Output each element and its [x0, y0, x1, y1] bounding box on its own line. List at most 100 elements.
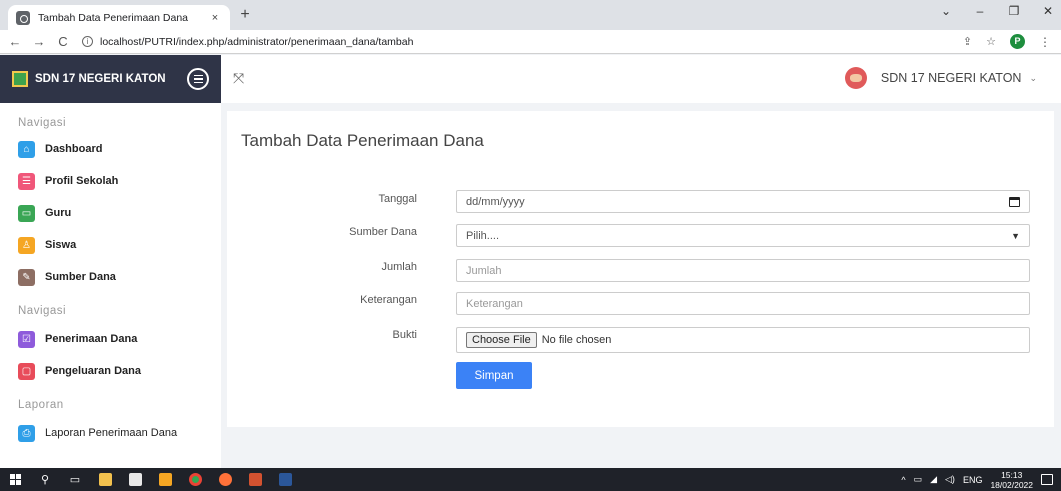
choose-file-button[interactable]: Choose File: [466, 332, 537, 348]
sidebar-item-label: Pengeluaran Dana: [45, 365, 141, 377]
taskbar-app-store[interactable]: [120, 468, 150, 491]
sidebar-item-sumber-dana[interactable]: ✎ Sumber Dana: [0, 261, 221, 293]
taskbar-app-powerpoint[interactable]: [240, 468, 270, 491]
sidebar-brand: SDN 17 NEGERI KATON: [0, 55, 221, 103]
maximize-icon[interactable]: ❐: [1007, 4, 1021, 18]
new-tab-icon[interactable]: +: [236, 6, 254, 24]
file-status: No file chosen: [541, 334, 612, 346]
browser-tab-bar: Tambah Data Penerimaan Dana × + ⌄ – ❐ ✕: [0, 0, 1061, 30]
taskbar-app-word[interactable]: [270, 468, 300, 491]
browser-menu-icon[interactable]: ⋮: [1039, 35, 1051, 49]
store-icon: [128, 473, 142, 486]
windows-logo-icon: [9, 474, 21, 485]
list-icon: ☰: [18, 172, 35, 190]
forward-icon[interactable]: →: [30, 34, 48, 49]
nav-section-header: Navigasi: [18, 305, 67, 317]
jumlah-input[interactable]: [466, 264, 1020, 277]
clock[interactable]: 15:13 18/02/2022: [990, 470, 1033, 490]
sidebar-item-label: Dashboard: [45, 143, 103, 155]
image-app-icon: [158, 473, 172, 486]
profile-avatar-icon[interactable]: P: [1010, 34, 1025, 49]
edit-icon: ✎: [18, 268, 35, 286]
nav-section-header: Navigasi: [18, 117, 67, 129]
user-icon: ♙: [18, 236, 35, 254]
school-logo-icon: [12, 71, 28, 87]
sumber-dana-select[interactable]: Pilih.... ▼: [456, 224, 1030, 247]
printer-icon: ⎙: [18, 424, 35, 442]
sidebar-item-label: Profil Sekolah: [45, 175, 119, 187]
sidebar-item-label: Siswa: [45, 239, 77, 251]
start-button[interactable]: [0, 468, 30, 491]
site-info-icon[interactable]: i: [82, 36, 93, 47]
tab-search-icon[interactable]: ⌄: [939, 4, 953, 18]
back-icon[interactable]: ←: [6, 34, 24, 49]
sidebar-item-laporan-penerimaan-dana[interactable]: ⎙ Laporan Penerimaan Dana: [0, 417, 221, 449]
share-icon[interactable]: ⇪: [963, 35, 972, 48]
taskbar-search[interactable]: ⚲: [30, 468, 60, 491]
fullscreen-icon[interactable]: ⤧: [233, 70, 244, 87]
tab-close-icon[interactable]: ×: [208, 12, 222, 24]
bukti-file-field[interactable]: Choose File No file chosen: [456, 327, 1030, 353]
tanggal-label: Tanggal: [378, 193, 417, 205]
clock-time: 15:13: [1001, 469, 1023, 480]
sidebar-item-dashboard[interactable]: ⌂ Dashboard: [0, 133, 221, 165]
address-bar[interactable]: i localhost/PUTRI/index.php/administrato…: [82, 33, 963, 51]
taskbar-app-chrome[interactable]: [180, 468, 210, 491]
browser-tab[interactable]: Tambah Data Penerimaan Dana ×: [8, 5, 230, 30]
sidebar-item-profil-sekolah[interactable]: ☰ Profil Sekolah: [0, 165, 221, 197]
clock-date: 18/02/2022: [990, 479, 1033, 490]
chevron-down-icon: ▼: [1011, 230, 1020, 241]
tanggal-field[interactable]: dd/mm/yyyy: [456, 190, 1030, 213]
task-view[interactable]: ▭: [60, 468, 90, 491]
firefox-icon: [218, 473, 232, 486]
chat-icon: ▢: [18, 362, 35, 380]
sidebar-item-pengeluaran-dana[interactable]: ▢ Pengeluaran Dana: [0, 355, 221, 387]
chrome-icon: [188, 473, 202, 486]
keterangan-input[interactable]: [466, 297, 1020, 310]
close-window-icon[interactable]: ✕: [1041, 4, 1055, 18]
taskbar-app-photo[interactable]: [150, 468, 180, 491]
keterangan-field[interactable]: [456, 292, 1030, 315]
calendar-icon[interactable]: [1009, 196, 1020, 207]
powerpoint-icon: [248, 473, 262, 486]
volume-icon[interactable]: ◁): [945, 474, 955, 485]
battery-icon[interactable]: ▭: [914, 474, 923, 485]
favicon-icon: [16, 10, 30, 25]
tab-title: Tambah Data Penerimaan Dana: [38, 11, 189, 24]
jumlah-field[interactable]: [456, 259, 1030, 282]
language-indicator[interactable]: ENG: [963, 475, 983, 485]
word-icon: [278, 473, 292, 486]
page-title: Tambah Data Penerimaan Dana: [241, 131, 484, 150]
sidebar-item-label: Sumber Dana: [45, 271, 116, 283]
avatar: [844, 67, 867, 89]
user-name: SDN 17 NEGERI KATON: [880, 71, 1022, 85]
reload-icon[interactable]: C: [54, 34, 72, 49]
chevron-up-icon[interactable]: ^: [901, 475, 905, 485]
top-header: ⤧ SDN 17 NEGERI KATON ⌄: [221, 55, 1061, 103]
brand-name: SDN 17 NEGERI KATON: [35, 73, 166, 85]
bookmark-star-icon[interactable]: ☆: [986, 35, 996, 48]
minimize-icon[interactable]: –: [973, 4, 987, 18]
sidebar-item-penerimaan-dana[interactable]: ☑ Penerimaan Dana: [0, 323, 221, 355]
simpan-button[interactable]: Simpan: [456, 362, 532, 389]
home-icon: ⌂: [18, 140, 35, 158]
sidebar-item-guru[interactable]: ▭ Guru: [0, 197, 221, 229]
network-icon[interactable]: ◢: [930, 474, 937, 485]
chevron-down-icon: ⌄: [1029, 72, 1037, 83]
checkbox-icon: ☑: [18, 330, 35, 348]
taskbar-app-firefox[interactable]: [210, 468, 240, 491]
user-menu[interactable]: SDN 17 NEGERI KATON ⌄: [844, 67, 1037, 89]
folder-icon: [98, 473, 112, 486]
jumlah-label: Jumlah: [381, 261, 417, 273]
sidebar-toggle-icon[interactable]: [187, 68, 209, 90]
nav-section-header: Laporan: [18, 399, 64, 411]
form-card: Tambah Data Penerimaan Dana Tanggal dd/m…: [227, 111, 1054, 427]
bukti-label: Bukti: [392, 329, 417, 341]
notification-icon[interactable]: [1041, 474, 1053, 485]
window-controls: ⌄ – ❐ ✕: [939, 4, 1055, 18]
taskbar-app-explorer[interactable]: [90, 468, 120, 491]
sidebar-item-siswa[interactable]: ♙ Siswa: [0, 229, 221, 261]
search-icon: ⚲: [40, 474, 50, 486]
sidebar: SDN 17 NEGERI KATON Navigasi ⌂ Dashboard…: [0, 55, 221, 468]
monitor-icon: ▭: [18, 204, 35, 222]
